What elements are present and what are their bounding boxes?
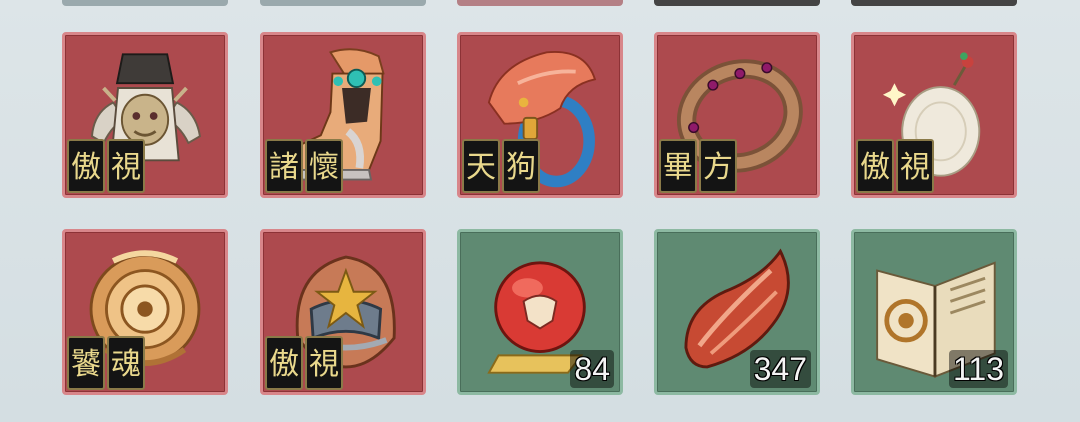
seal-glyph: 狗 bbox=[502, 139, 540, 193]
item-count: 113 bbox=[948, 350, 1008, 388]
item-slot-armor[interactable]: 傲 視 bbox=[62, 32, 228, 198]
item-slot-ring[interactable]: 畢 方 bbox=[654, 32, 820, 198]
seal-glyph: 天 bbox=[462, 139, 500, 193]
item-slot-jade-pendant[interactable]: 傲 視 bbox=[851, 32, 1017, 198]
item-slot-helmet[interactable]: 傲 視 bbox=[260, 229, 426, 395]
seal-glyph: 視 bbox=[107, 139, 145, 193]
item-slot-red-orb[interactable]: 84 bbox=[457, 229, 623, 395]
seal-badges: 畢 方 bbox=[659, 139, 737, 193]
seal-badges: 傲 視 bbox=[856, 139, 934, 193]
inventory-grid: 傲 視 諸 懷 天 狗 畢 方 傲 視 饕 魂 傲 視 84 347 113 bbox=[0, 0, 1080, 422]
item-slot-medallion[interactable]: 饕 魂 bbox=[62, 229, 228, 395]
seal-glyph: 饕 bbox=[67, 336, 105, 390]
seal-badges: 傲 視 bbox=[67, 139, 145, 193]
seal-glyph: 視 bbox=[896, 139, 934, 193]
item-slot-bracer[interactable]: 天 狗 bbox=[457, 32, 623, 198]
item-count: 347 bbox=[749, 350, 811, 388]
seal-glyph: 魂 bbox=[107, 336, 145, 390]
item-slot-bagua-book[interactable]: 113 bbox=[851, 229, 1017, 395]
seal-badges: 饕 魂 bbox=[67, 336, 145, 390]
seal-glyph: 傲 bbox=[265, 336, 303, 390]
item-count: 84 bbox=[570, 350, 614, 388]
item-slot-flame-feather[interactable]: 347 bbox=[654, 229, 820, 395]
seal-glyph: 視 bbox=[305, 336, 343, 390]
seal-badges: 諸 懷 bbox=[265, 139, 343, 193]
seal-badges: 傲 視 bbox=[265, 336, 343, 390]
seal-glyph: 懷 bbox=[305, 139, 343, 193]
seal-glyph: 傲 bbox=[856, 139, 894, 193]
seal-glyph: 傲 bbox=[67, 139, 105, 193]
seal-badges: 天 狗 bbox=[462, 139, 540, 193]
seal-glyph: 諸 bbox=[265, 139, 303, 193]
seal-glyph: 畢 bbox=[659, 139, 697, 193]
seal-glyph: 方 bbox=[699, 139, 737, 193]
item-slot-boots[interactable]: 諸 懷 bbox=[260, 32, 426, 198]
